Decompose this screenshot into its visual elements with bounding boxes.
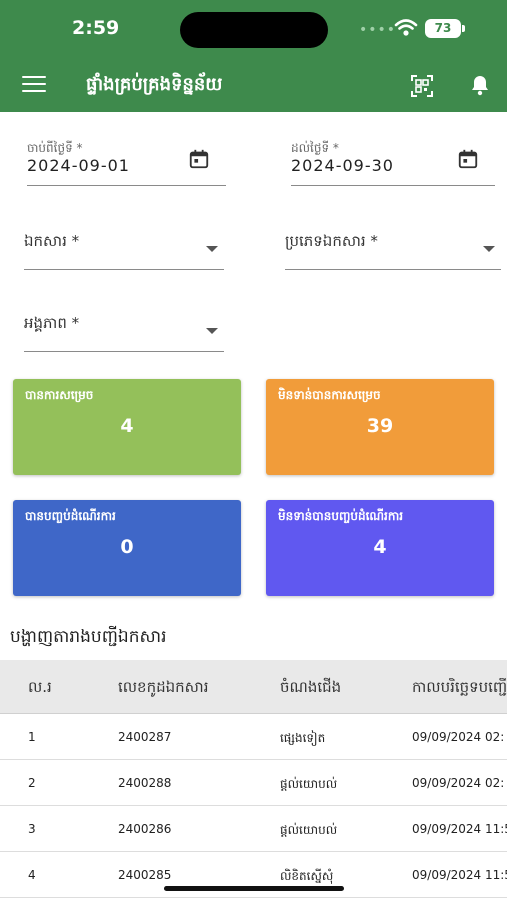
to-date-field[interactable]: ដល់ថ្ងៃទី * 2024-09-30 <box>291 140 495 186</box>
app-bar: ផ្ទាំងគ្រប់គ្រងទិន្នន័យ <box>0 58 507 112</box>
from-date-field[interactable]: ចាប់ពីថ្ងៃទី * 2024-09-01 <box>27 140 226 186</box>
table-row[interactable]: 2 2400288 ផ្តល់យោបល់ 09/09/2024 02: <box>0 760 507 806</box>
cell-title: ផ្សេងទៀត <box>280 731 326 745</box>
card-completed[interactable]: បានបញ្ចប់ដំណើរការ 0 <box>13 500 241 596</box>
cell-number: 1 <box>28 730 36 744</box>
entity-dropdown[interactable]: អង្គភាព * <box>24 314 224 352</box>
document-dropdown-underline <box>24 269 224 270</box>
home-indicator[interactable] <box>164 886 344 891</box>
battery-icon: 73 <box>425 19 465 38</box>
card-value: 0 <box>120 536 134 558</box>
signal-dots-icon: •••• <box>359 22 397 38</box>
from-date-underline <box>27 185 226 186</box>
table-row[interactable]: 3 2400286 ផ្តល់យោបល់ 09/09/2024 11:5 <box>0 806 507 852</box>
dropdown-caret-icon <box>206 246 218 252</box>
documents-table: ល.រ លេខកូដឯកសារ ចំណងជើង កាលបរិច្ឆេទបញ្ជើ… <box>0 660 507 898</box>
document-type-dropdown-label: ប្រភេទឯកសារ * <box>285 232 378 250</box>
cell-title: ផ្តល់យោបល់ <box>280 823 338 837</box>
status-bar: 2:59 •••• 73 <box>0 0 507 58</box>
card-label: បានការសម្រេច <box>25 388 94 402</box>
table-row[interactable]: 4 2400285 លិខិតស្នើសុំ 09/09/2024 11:5 <box>0 852 507 898</box>
calendar-icon[interactable] <box>188 148 210 170</box>
cell-date: 09/09/2024 11:5 <box>412 822 507 836</box>
table-section-title: បង្ហាញតារាងបញ្ជីឯកសារ <box>10 627 167 647</box>
to-date-value: 2024-09-30 <box>291 156 394 175</box>
app-title: ផ្ទាំងគ្រប់គ្រងទិន្នន័យ <box>86 74 223 95</box>
entity-dropdown-label: អង្គភាព * <box>24 314 80 332</box>
column-header-title[interactable]: ចំណងជើង <box>280 678 341 700</box>
table-header: ល.រ លេខកូដឯកសារ ចំណងជើង កាលបរិច្ឆេទបញ្ជើ <box>0 660 507 714</box>
document-dropdown-label: ឯកសារ * <box>24 232 80 250</box>
document-type-dropdown-underline <box>285 269 501 270</box>
column-header-number[interactable]: ល.រ <box>28 678 52 700</box>
cell-number: 3 <box>28 822 36 836</box>
entity-dropdown-underline <box>24 351 224 352</box>
card-label: មិនទាន់បានបញ្ចប់ដំណើរការ <box>278 509 404 523</box>
card-value: 4 <box>373 536 387 558</box>
calendar-icon[interactable] <box>457 148 479 170</box>
cell-number: 4 <box>28 868 36 882</box>
from-date-value: 2024-09-01 <box>27 156 130 175</box>
cell-date: 09/09/2024 11:5 <box>412 868 507 882</box>
qr-scan-icon[interactable] <box>410 74 434 98</box>
dropdown-caret-icon <box>206 328 218 334</box>
cell-date: 09/09/2024 02: <box>412 776 505 790</box>
cell-title: ផ្តល់យោបល់ <box>280 777 338 791</box>
card-not-approved[interactable]: មិនទាន់បានការសម្រេច 39 <box>266 379 494 475</box>
cell-code: 2400288 <box>118 776 172 790</box>
cell-date: 09/09/2024 02: <box>412 730 505 744</box>
top-bar: 2:59 •••• 73 ផ្ទាំងគ្រប់គ្រងទិន្នន័យ <box>0 0 507 112</box>
menu-icon[interactable] <box>22 76 46 94</box>
card-label: បានបញ្ចប់ដំណើរការ <box>25 509 116 523</box>
column-header-date[interactable]: កាលបរិច្ឆេទបញ្ជើ <box>412 678 507 700</box>
cell-title: លិខិតស្នើសុំ <box>280 869 334 883</box>
table-row[interactable]: 1 2400287 ផ្សេងទៀត 09/09/2024 02: <box>0 714 507 760</box>
cell-code: 2400286 <box>118 822 172 836</box>
dropdown-caret-icon <box>483 246 495 252</box>
column-header-code[interactable]: លេខកូដឯកសារ <box>118 678 208 700</box>
to-date-underline <box>291 185 495 186</box>
status-time: 2:59 <box>72 17 120 39</box>
card-not-completed[interactable]: មិនទាន់បានបញ្ចប់ដំណើរការ 4 <box>266 500 494 596</box>
notification-bell-icon[interactable] <box>468 73 492 97</box>
dynamic-island <box>180 12 328 48</box>
card-value: 39 <box>366 415 394 437</box>
document-type-dropdown[interactable]: ប្រភេទឯកសារ * <box>285 232 501 270</box>
card-label: មិនទាន់បានការសម្រេច <box>278 388 381 402</box>
card-value: 4 <box>120 415 134 437</box>
card-approved[interactable]: បានការសម្រេច 4 <box>13 379 241 475</box>
cell-number: 2 <box>28 776 36 790</box>
wifi-icon <box>394 19 418 36</box>
cell-code: 2400287 <box>118 730 172 744</box>
cell-code: 2400285 <box>118 868 172 882</box>
document-dropdown[interactable]: ឯកសារ * <box>24 232 224 270</box>
